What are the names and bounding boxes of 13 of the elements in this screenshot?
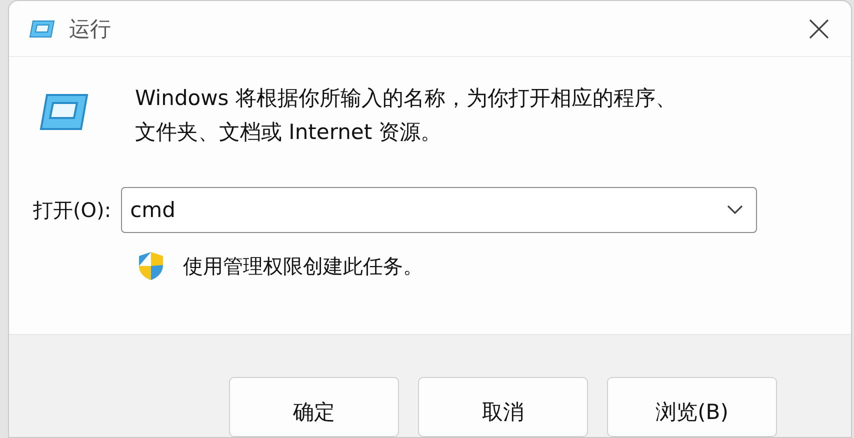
open-label: 打开(O):: [33, 196, 112, 224]
dropdown-caret-icon[interactable]: [727, 205, 744, 216]
close-button[interactable]: [807, 16, 831, 41]
open-combobox[interactable]: cmd: [121, 187, 758, 234]
admin-note: 使用管理权限创建此任务。: [183, 252, 423, 280]
dialog-button[interactable]: 确定: [229, 377, 399, 437]
run-icon: [39, 93, 89, 132]
window-title: 运行: [69, 16, 112, 43]
shield-icon: [137, 251, 165, 282]
dialog-button[interactable]: 取消: [418, 377, 588, 437]
run-icon: [29, 20, 55, 38]
dialog-button[interactable]: 浏览(B): [607, 377, 777, 437]
description-text: Windows 将根据你所输入的名称，为你打开相应的程序、文件夹、文档或 Internet 资源。: [135, 85, 678, 146]
